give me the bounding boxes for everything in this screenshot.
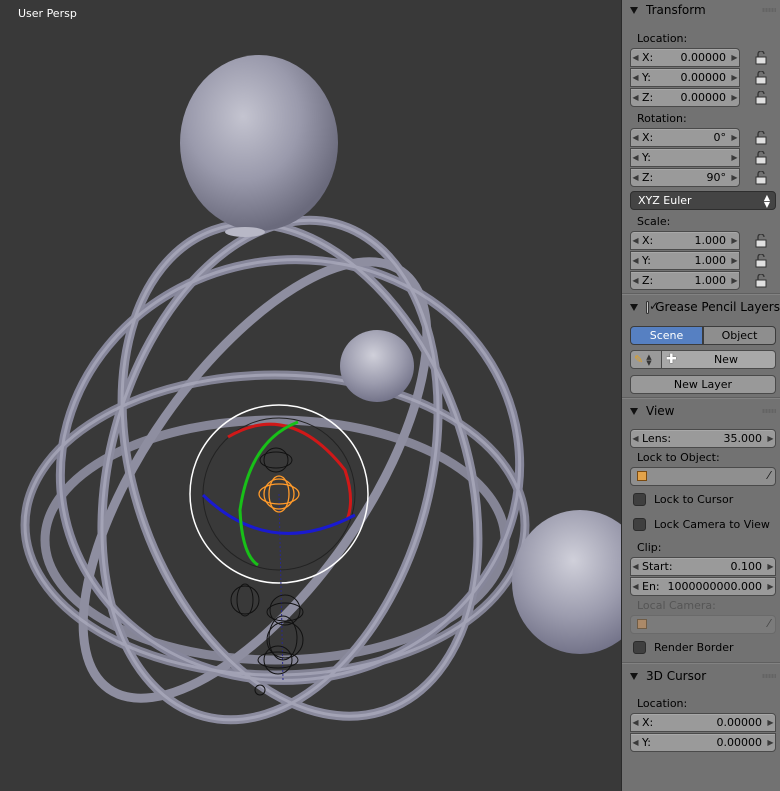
view-panel-header[interactable]: View (622, 401, 780, 421)
grease-pencil-panel-header[interactable]: ✓ Grease Pencil Layers (622, 297, 780, 317)
local-camera-field: ⁄ (630, 615, 776, 634)
transform-title: Transform (646, 3, 706, 17)
render-border-option[interactable]: Render Border (622, 635, 780, 660)
location-fields: ◀ X: 0.00000 ▶ ◀ Y: 0.00000 ▶ ◀ Z: 0.00000 ▶ (622, 48, 780, 108)
cube-icon (637, 471, 647, 481)
lock-icon[interactable] (748, 169, 774, 187)
scale-z-field[interactable]: ◀ Z: 1.000 ▶ (630, 271, 740, 290)
camera-icon (637, 619, 647, 629)
panel-divider (622, 397, 780, 399)
eyedropper-icon: ⁄ (768, 617, 770, 630)
drag-grip-icon[interactable] (762, 409, 776, 413)
scale-label: Scale: (637, 215, 671, 228)
transform-panel-header[interactable]: Transform (622, 0, 780, 20)
drag-grip-icon[interactable] (762, 674, 776, 678)
rotation-label: Rotation: (637, 112, 687, 125)
scale-y-field[interactable]: ◀ Y: 1.000 ▶ (630, 251, 740, 270)
updown-arrows-icon: ▲ ▼ (763, 193, 770, 209)
top-sphere (180, 55, 338, 231)
scale-x-field[interactable]: ◀ X: 1.000 ▶ (630, 231, 740, 250)
location-x-field[interactable]: ◀ X: 0.00000 ▶ (630, 48, 740, 67)
pencil-icon: ✎ (634, 353, 644, 366)
grease-pencil-title: Grease Pencil Layers (655, 300, 780, 314)
clip-label: Clip: (637, 541, 662, 554)
rotation-y-field[interactable]: ◀ Y: ▶ (630, 148, 740, 167)
plus-icon: ✚ (666, 352, 677, 367)
scene-render (20, 55, 621, 725)
rotation-fields: ◀ X: 0° ▶ ◀ Y: ▶ ◀ Z: 90° ▶ (622, 128, 780, 188)
3d-cursor-panel-header[interactable]: 3D Cursor (622, 666, 780, 686)
lock-to-cursor-option[interactable]: Lock to Cursor (622, 487, 780, 512)
viewport-mode-label: User Persp (18, 7, 77, 20)
middle-sphere (340, 330, 414, 402)
lock-camera-checkbox[interactable] (633, 518, 646, 531)
cursor-location-fields: ◀ X: 0.00000 ▶ ◀ Y: 0.00000 ▶ (622, 713, 780, 753)
location-y-field[interactable]: ◀ Y: 0.00000 ▶ (630, 68, 740, 87)
panel-divider (622, 662, 780, 664)
drag-grip-icon[interactable] (762, 8, 776, 12)
location-z-field[interactable]: ◀ Z: 0.00000 ▶ (630, 88, 740, 107)
collapse-arrow-icon[interactable] (630, 6, 638, 14)
lock-camera-to-view-option[interactable]: Lock Camera to View (622, 512, 780, 537)
lock-icon[interactable] (748, 129, 774, 147)
render-border-checkbox[interactable] (633, 641, 646, 654)
scene-toggle[interactable]: Scene (630, 326, 703, 345)
lock-icon[interactable] (748, 149, 774, 167)
grease-pencil-new-row: ✎ ▲ ▼ ✚ New (630, 350, 776, 370)
lock-to-cursor-checkbox[interactable] (633, 493, 646, 506)
pencil-datablock-selector[interactable]: ✎ ▲ ▼ (630, 350, 662, 369)
rotation-mode-dropdown[interactable]: XYZ Euler ▲ ▼ (630, 191, 776, 210)
eyedropper-icon[interactable]: ⁄ (768, 469, 770, 482)
local-camera-label: Local Camera: (637, 599, 716, 612)
3d-viewport[interactable]: User Persp (0, 0, 621, 791)
rotation-x-field[interactable]: ◀ X: 0° ▶ (630, 128, 740, 147)
new-grease-pencil-button[interactable]: ✚ New (662, 350, 776, 369)
location-label: Location: (637, 32, 688, 45)
properties-sidebar[interactable]: Transform Location: ◀ X: 0.00000 ▶ ◀ Y: 0.000… (621, 0, 780, 791)
new-layer-button[interactable]: New Layer (630, 375, 776, 394)
collapse-arrow-icon[interactable] (630, 407, 638, 415)
lock-icon[interactable] (748, 252, 774, 270)
object-toggle[interactable]: Object (703, 326, 776, 345)
view-title: View (646, 404, 675, 418)
rotation-z-field[interactable]: ◀ Z: 90° ▶ (630, 168, 740, 187)
cursor-x-field[interactable]: ◀ X: 0.00000 ▶ (630, 713, 776, 732)
collapse-arrow-icon[interactable] (630, 672, 638, 680)
cursor-location-label: Location: (637, 697, 688, 710)
lock-icon[interactable] (748, 69, 774, 87)
lens-field[interactable]: ◀ Lens: 35.000 ▶ (630, 429, 776, 448)
grease-pencil-enable-checkbox[interactable]: ✓ (646, 299, 659, 314)
lock-icon[interactable] (748, 272, 774, 290)
lock-icon[interactable] (748, 89, 774, 107)
panel-divider (622, 293, 780, 295)
lock-to-object-label: Lock to Object: (637, 451, 720, 464)
clip-end-field[interactable]: ◀ En: 1000000000.000 ▶ (630, 577, 776, 596)
collapse-arrow-icon[interactable] (630, 303, 638, 311)
lock-icon[interactable] (748, 232, 774, 250)
lock-object-field[interactable]: ⁄ (630, 467, 776, 486)
lock-icon[interactable] (748, 49, 774, 67)
grease-pencil-source-toggle: Scene Object (630, 326, 776, 346)
scale-fields: ◀ X: 1.000 ▶ ◀ Y: 1.000 ▶ ◀ Z: 1.000 ▶ (622, 231, 780, 291)
3d-cursor-title: 3D Cursor (646, 669, 707, 683)
clip-fields: ◀ Start: 0.100 ▶ ◀ En: 1000000000.000 ▶ (622, 557, 780, 597)
clip-start-field[interactable]: ◀ Start: 0.100 ▶ (630, 557, 776, 576)
cursor-y-field[interactable]: ◀ Y: 0.00000 ▶ (630, 733, 776, 752)
